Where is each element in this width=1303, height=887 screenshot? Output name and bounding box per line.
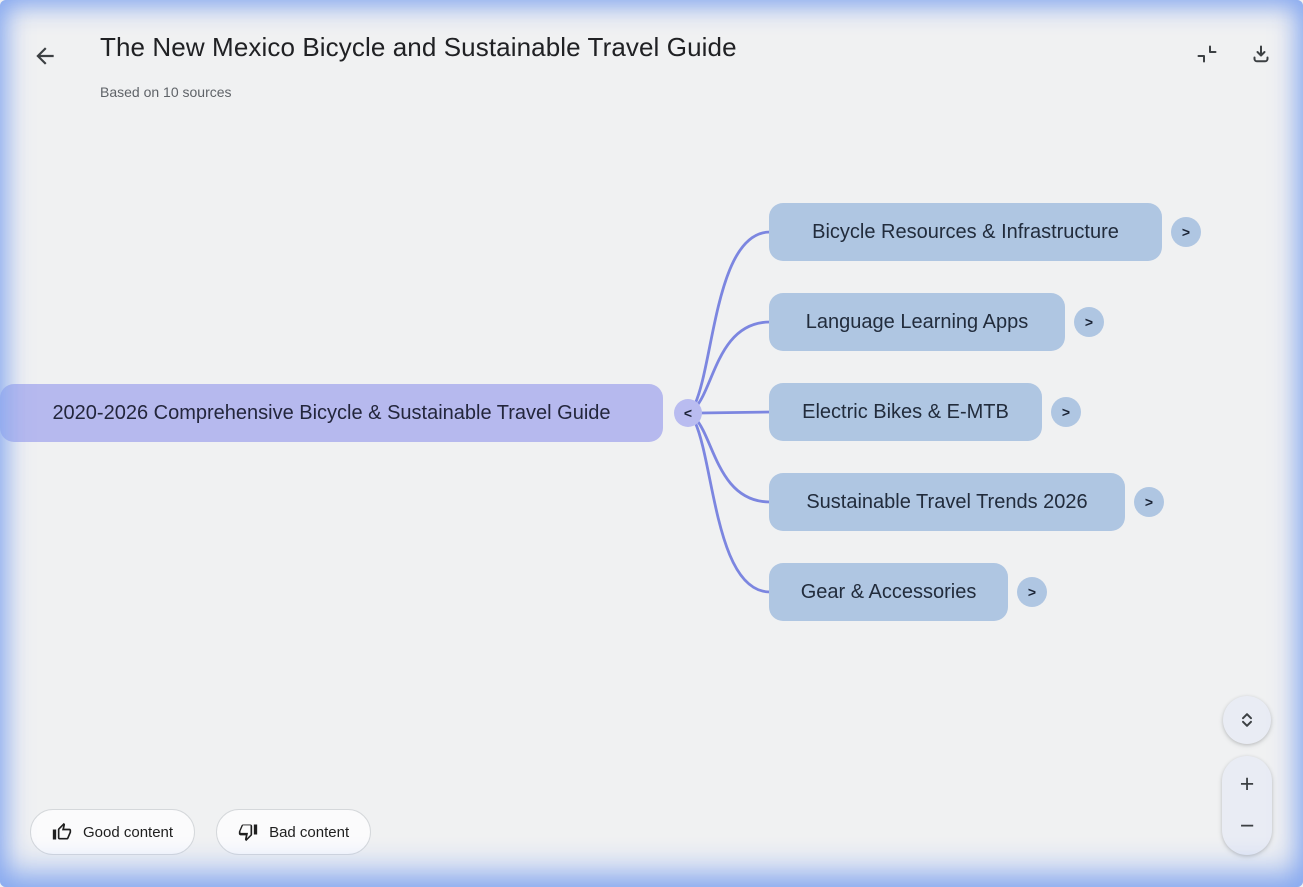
bad-content-label: Bad content [269,823,350,841]
thumb-down-icon [238,822,258,842]
expand-button-sustainable-trends[interactable]: > [1134,487,1164,517]
good-content-label: Good content [83,823,174,841]
chevron-left-icon: < [683,405,693,421]
mindmap-root-node[interactable]: 2020-2026 Comprehensive Bicycle & Sustai… [0,384,663,442]
mindmap-branch-2: Language Learning Apps > [769,293,1104,351]
good-content-button[interactable]: Good content [30,809,196,855]
chevron-right-icon: > [1027,584,1037,600]
zoom-in-button[interactable]: + [1222,756,1272,806]
mindmap-node-bicycle-resources[interactable]: Bicycle Resources & Infrastructure [769,203,1162,261]
chevron-right-icon: > [1084,314,1094,330]
zoom-out-button[interactable]: − [1222,806,1272,856]
mindmap-branch-1: Bicycle Resources & Infrastructure > [769,203,1201,261]
mindmap-node-sustainable-trends[interactable]: Sustainable Travel Trends 2026 [769,473,1125,531]
expand-button-gear-accessories[interactable]: > [1017,577,1047,607]
expand-button-bicycle-resources[interactable]: > [1171,217,1201,247]
mindmap-node-language-apps[interactable]: Language Learning Apps [769,293,1065,351]
chevron-right-icon: > [1181,224,1191,240]
mindmap-branch-4: Sustainable Travel Trends 2026 > [769,473,1164,531]
edge-root-child-1 [693,230,772,406]
bad-content-button[interactable]: Bad content [216,809,372,855]
mindmap-branch-3: Electric Bikes & E-MTB > [769,383,1081,441]
mindmap-node-electric-bikes[interactable]: Electric Bikes & E-MTB [769,383,1042,441]
expand-collapse-all-button[interactable] [1223,696,1271,744]
feedback-bar: Good content Bad content [30,809,372,855]
edge-root-child-3 [698,410,772,415]
zoom-controls: + − [1222,756,1272,855]
chevron-right-icon: > [1061,404,1071,420]
root-collapse-button[interactable]: < [674,399,702,427]
mindmap-node-gear-accessories[interactable]: Gear & Accessories [769,563,1008,621]
mindmap-edges [693,230,772,594]
expand-button-electric-bikes[interactable]: > [1051,397,1081,427]
mindmap-branch-5: Gear & Accessories > [769,563,1047,621]
expand-button-language-apps[interactable]: > [1074,307,1104,337]
edge-root-child-5 [693,420,772,594]
unfold-more-icon [1235,708,1259,732]
thumb-up-icon [52,822,72,842]
chevron-right-icon: > [1144,494,1154,510]
